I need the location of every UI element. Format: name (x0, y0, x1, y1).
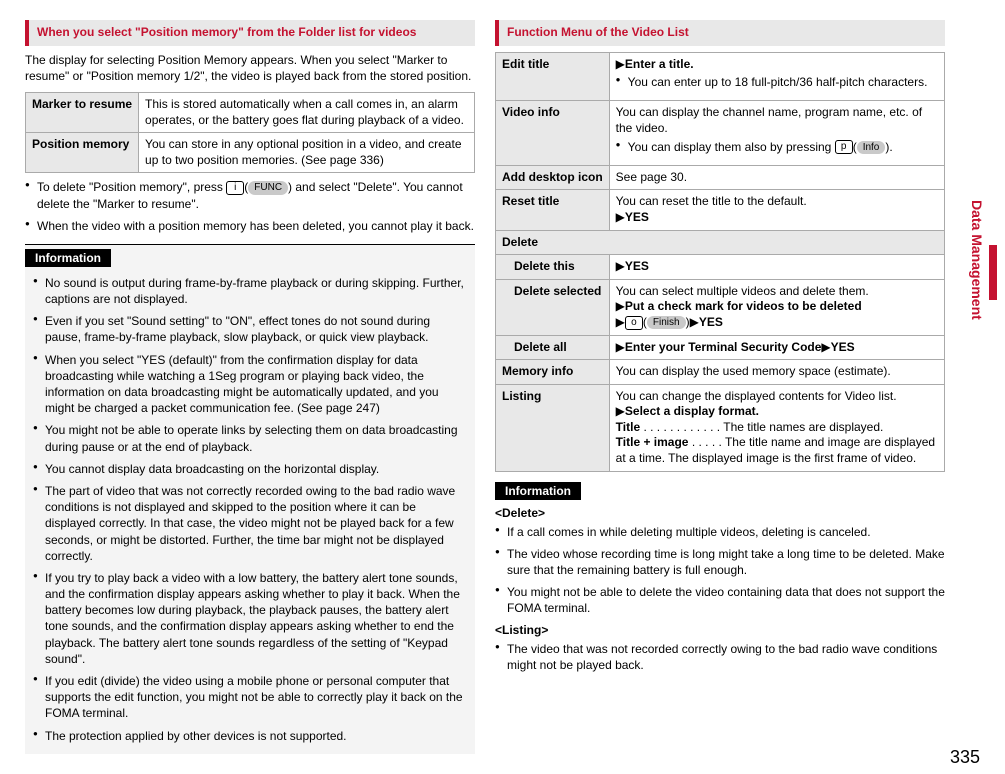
info-item: You might not be able to operate links b… (33, 422, 467, 454)
func-softkey: FUNC (248, 181, 288, 195)
right-column: Function Menu of the Video List Edit tit… (495, 20, 945, 754)
position-memory-table: Marker to resume This is stored automati… (25, 92, 475, 173)
information-label: Information (495, 482, 581, 500)
left-notes: To delete "Position memory", press i(FUN… (25, 179, 475, 234)
table-row: Delete this ▶YES (496, 255, 945, 280)
listing-label: Listing (496, 384, 610, 471)
info-item: The video whose recording time is long m… (495, 546, 945, 578)
delete-all-desc: ▶Enter your Terminal Security Code▶YES (609, 335, 944, 360)
table-row: Delete all ▶Enter your Terminal Security… (496, 335, 945, 360)
i-alpha-key-icon: i (226, 181, 244, 195)
right-header: Function Menu of the Video List (495, 20, 945, 46)
info-item: When you select "YES (default)" from the… (33, 352, 467, 417)
p-key-icon: p (835, 140, 853, 154)
memory-info-desc: You can display the used memory space (e… (609, 360, 944, 385)
marker-resume-label: Marker to resume (26, 92, 139, 132)
info-item: Even if you set "Sound setting" to "ON",… (33, 313, 467, 345)
info-item: You cannot display data broadcasting on … (33, 461, 467, 477)
edit-title-label: Edit title (496, 52, 610, 101)
info-item: If you edit (divide) the video using a m… (33, 673, 467, 722)
info-item: If a call comes in while deleting multip… (495, 524, 945, 540)
info-item: If you try to play back a video with a l… (33, 570, 467, 667)
note-delete-position: To delete "Position memory", press i(FUN… (25, 179, 475, 211)
add-desktop-icon-label: Add desktop icon (496, 165, 610, 190)
delete-this-label: Delete this (496, 255, 610, 280)
page-number: 335 (950, 747, 980, 768)
table-row: Video info You can display the channel n… (496, 101, 945, 165)
side-tab: Data Management (969, 200, 985, 320)
table-row: Edit title ▶Enter a title. You can enter… (496, 52, 945, 101)
delete-this-desc: ▶YES (609, 255, 944, 280)
info-item: The protection applied by other devices … (33, 728, 467, 744)
info-item: The part of video that was not correctly… (33, 483, 467, 564)
video-info-desc: You can display the channel name, progra… (609, 101, 944, 165)
listing-subhead: <Listing> (495, 623, 945, 637)
left-header: When you select "Position memory" from t… (25, 20, 475, 46)
finish-softkey: Finish (647, 316, 686, 329)
function-menu-table: Edit title ▶Enter a title. You can enter… (495, 52, 945, 472)
info-item: No sound is output during frame-by-frame… (33, 275, 467, 307)
add-desktop-icon-desc: See page 30. (609, 165, 944, 190)
right-information-box: Information <Delete> If a call comes in … (495, 482, 945, 673)
delete-subhead: <Delete> (495, 506, 945, 520)
note-deleted-video: When the video with a position memory ha… (25, 218, 475, 234)
video-info-label: Video info (496, 101, 610, 165)
reset-title-desc: You can reset the title to the default. … (609, 190, 944, 230)
table-row: Add desktop icon See page 30. (496, 165, 945, 190)
left-information-box: Information No sound is output during fr… (25, 244, 475, 754)
side-accent (989, 245, 997, 300)
position-memory-label: Position memory (26, 133, 139, 173)
table-row: Reset title You can reset the title to t… (496, 190, 945, 230)
memory-info-label: Memory info (496, 360, 610, 385)
table-row: Delete (496, 230, 945, 255)
table-row: Delete selected You can select multiple … (496, 279, 945, 335)
delete-selected-label: Delete selected (496, 279, 610, 335)
info-item: The video that was not recorded correctl… (495, 641, 945, 673)
information-label: Information (25, 249, 111, 267)
left-intro: The display for selecting Position Memor… (25, 52, 475, 84)
listing-desc: You can change the displayed contents fo… (609, 384, 944, 471)
table-row: Marker to resume This is stored automati… (26, 92, 475, 132)
table-row: Memory info You can display the used mem… (496, 360, 945, 385)
info-item: You might not be able to delete the vide… (495, 584, 945, 616)
delete-all-label: Delete all (496, 335, 610, 360)
table-row: Position memory You can store in any opt… (26, 133, 475, 173)
edit-title-desc: ▶Enter a title. You can enter up to 18 f… (609, 52, 944, 101)
delete-selected-desc: You can select multiple videos and delet… (609, 279, 944, 335)
delete-label: Delete (496, 230, 945, 255)
info-softkey: Info (857, 141, 886, 155)
table-row: Listing You can change the displayed con… (496, 384, 945, 471)
left-column: When you select "Position memory" from t… (25, 20, 475, 754)
position-memory-desc: You can store in any optional position i… (139, 133, 475, 173)
reset-title-label: Reset title (496, 190, 610, 230)
o-key-icon: o (625, 316, 643, 330)
marker-resume-desc: This is stored automatically when a call… (139, 92, 475, 132)
